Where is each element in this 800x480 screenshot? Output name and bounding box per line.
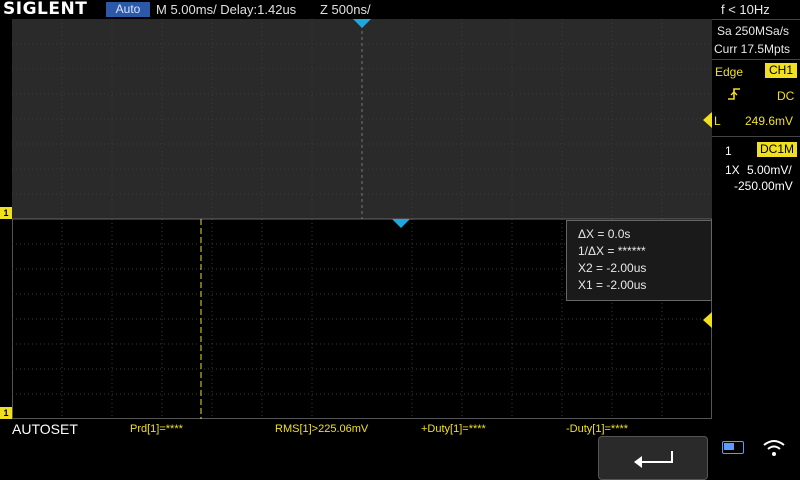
trigger-level-marker-zoom[interactable] xyxy=(703,312,712,328)
wifi-icon xyxy=(763,440,785,456)
measurement-positive-duty: +Duty[1]=**** xyxy=(421,423,486,435)
cursor-readout-box: ΔX = 0.0s 1/ΔX = ****** X2 = -2.00us X1 … xyxy=(566,220,712,301)
cursor-x2: X2 = -2.00us xyxy=(578,261,647,275)
channel1-level-marker[interactable]: 1 xyxy=(0,207,12,219)
volts-per-division[interactable]: 5.00mV/ xyxy=(747,163,792,177)
probe-attenuation: 1X xyxy=(725,163,740,177)
channel-coupling-badge[interactable]: DC1M xyxy=(757,142,797,157)
divider xyxy=(712,59,800,60)
channel-offset[interactable]: -250.00mV xyxy=(734,179,793,193)
channel1-level-marker-zoom[interactable]: 1 xyxy=(0,407,12,419)
trigger-level-value[interactable]: 249.6mV xyxy=(745,114,793,128)
cursor-x1: X1 = -2.00us xyxy=(578,278,647,292)
battery-level xyxy=(724,443,734,450)
cursor-delta-x: ΔX = 0.0s xyxy=(578,227,631,241)
divider xyxy=(712,19,800,20)
trigger-source-badge[interactable]: CH1 xyxy=(765,63,797,78)
memory-depth: Curr 17.5Mpts xyxy=(714,42,791,56)
trigger-type[interactable]: Edge xyxy=(715,65,743,79)
rising-edge-icon xyxy=(728,88,740,100)
cursor-inverse-delta-x: 1/ΔX = ****** xyxy=(578,244,646,258)
measurement-rms: RMS[1]>225.06mV xyxy=(275,423,369,435)
measurement-period: Prd[1]=**** xyxy=(130,423,183,435)
zoom-timebase-readout[interactable]: Z 500ns/ xyxy=(320,2,371,17)
trigger-level-label: L xyxy=(714,114,721,128)
trigger-position-marker-zoom[interactable] xyxy=(391,219,411,229)
sample-rate: Sa 250MSa/s xyxy=(717,24,790,38)
divider xyxy=(712,136,800,137)
brand-logo: SIGLENT xyxy=(3,0,88,19)
channel-number: 1 xyxy=(725,144,732,158)
trigger-position-marker-top[interactable] xyxy=(352,19,372,29)
autoset-label[interactable]: AUTOSET xyxy=(12,421,78,437)
acquisition-mode-badge[interactable]: Auto xyxy=(106,2,150,17)
trigger-coupling[interactable]: DC xyxy=(777,89,794,103)
measurement-negative-duty: -Duty[1]=**** xyxy=(566,423,629,435)
trigger-level-marker[interactable] xyxy=(703,112,712,128)
back-button[interactable] xyxy=(598,436,708,480)
graticule xyxy=(12,19,712,419)
back-arrow-icon xyxy=(634,451,673,468)
timebase-readout[interactable]: M 5.00ms/ Delay:1.42us xyxy=(156,2,296,17)
frequency-counter: f < 10Hz xyxy=(721,2,770,17)
